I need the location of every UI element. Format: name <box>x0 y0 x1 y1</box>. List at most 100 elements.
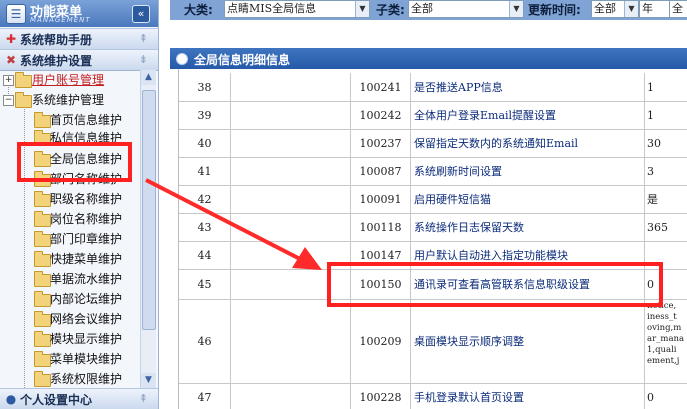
row-blank-cell <box>231 383 351 409</box>
folder-icon <box>34 371 51 387</box>
folder-icon <box>34 251 51 267</box>
row-blank-cell <box>231 157 351 185</box>
month-select[interactable]: 全 <box>669 0 687 18</box>
subtype-label: 子类: <box>376 3 405 17</box>
row-name: 是否推送APP信息 <box>411 73 645 101</box>
row-number: 41 <box>179 157 231 185</box>
section-label: 系统维护设置 <box>20 54 93 68</box>
folder-icon <box>34 231 51 247</box>
section-toggle-icon: ⇞ <box>138 32 148 45</box>
table-row[interactable]: 41 100087 系统刷新时间设置 3 <box>179 157 687 186</box>
row-code: 100241 <box>351 73 411 101</box>
section-help-manual[interactable]: ✚ 系统帮助手册 ⇞ <box>0 28 158 50</box>
tree-item-system-maintenance[interactable]: − 系统维护管理 <box>0 90 140 110</box>
update-time-select[interactable]: 全部 ▼ <box>591 0 639 18</box>
row-name: 启用硬件短信猫 <box>411 185 645 213</box>
tree-label: 模块显示维护 <box>50 332 123 346</box>
type-label: 大类: <box>184 3 213 17</box>
folder-icon <box>34 211 51 227</box>
folder-open-icon <box>15 92 32 108</box>
chevron-down-icon[interactable]: ▼ <box>355 1 369 17</box>
section-personal-settings[interactable]: ● 个人设置中心 ⇞ <box>0 388 158 409</box>
menu-header: ☰ 功能菜单 MANAGEMENT « <box>0 0 158 27</box>
row-code: 100228 <box>351 383 411 409</box>
section-toggle-icon: ⇞ <box>138 392 148 405</box>
tree-item-forum[interactable]: 内部论坛维护 <box>0 289 140 309</box>
row-value: 30 <box>647 136 661 150</box>
year-select[interactable]: 年 <box>639 0 671 18</box>
tree-item-rank-name[interactable]: 职级名称维护 <box>0 189 140 209</box>
tree-label: 系统维护管理 <box>32 93 105 107</box>
tree-label: 快捷菜单维护 <box>50 252 123 266</box>
tree-item-system-permission[interactable]: 系统权限维护 <box>0 369 140 388</box>
tree-label: 部门印章维护 <box>50 232 123 246</box>
table-row[interactable]: 39 100242 全体用户登录Email提醒设置 1 <box>179 101 687 130</box>
tree-item-menu-module[interactable]: 菜单模块维护 <box>0 349 140 369</box>
tree-item-position-name[interactable]: 岗位名称维护 <box>0 209 140 229</box>
chevron-down-icon[interactable]: ▼ <box>509 1 523 17</box>
table-row[interactable]: 46 100209 桌面模块显示顺序调整 notice, iness_t ovi… <box>179 299 687 384</box>
tree-scrollbar[interactable]: ▲ ▼ <box>140 70 156 388</box>
subtype-select[interactable]: 全部 ▼ <box>408 0 524 18</box>
tree-item-module-display[interactable]: 模块显示维护 <box>0 329 140 349</box>
type-select-value: 点睛MIS全局信息 <box>227 2 317 15</box>
table-row[interactable]: 47 100228 手机登录默认首页设置 0 <box>179 383 687 409</box>
tree-label: 职级名称维护 <box>50 192 123 206</box>
table-row[interactable]: 40 100237 保留指定天数内的系统通知Email 30 <box>179 129 687 158</box>
row-number: 39 <box>179 101 231 129</box>
row-name: 手机登录默认首页设置 <box>411 383 645 409</box>
row-blank-cell <box>231 73 351 101</box>
row-blank-cell <box>231 299 351 383</box>
tree-item-document-serial[interactable]: 单据流水维护 <box>0 269 140 289</box>
type-select[interactable]: 点睛MIS全局信息 ▼ <box>224 0 370 18</box>
tree-item-web-meeting[interactable]: 网络会议维护 <box>0 309 140 329</box>
row-code: 100118 <box>351 213 411 241</box>
scroll-up-icon[interactable]: ▲ <box>141 70 156 85</box>
chevron-down-icon[interactable]: ▼ <box>624 1 638 17</box>
panel-bullet-icon <box>176 53 188 65</box>
tree-item-user-accounts[interactable]: + 用户账号管理 <box>0 70 140 90</box>
tree-label: 用户账号管理 <box>32 73 105 87</box>
tree-item-shortcut-menu[interactable]: 快捷菜单维护 <box>0 249 140 269</box>
tree-label: 网络会议维护 <box>50 312 123 326</box>
menu-tree: + 用户账号管理 − 系统维护管理 首页信息维护 私信信息维护 全局信息维护 部… <box>0 70 140 388</box>
collapse-menu-button[interactable]: « <box>132 5 150 23</box>
row-blank-cell <box>231 101 351 129</box>
month-select-value: 全 <box>672 2 683 15</box>
panel-header: 全局信息明细信息 <box>170 48 687 69</box>
panel-title: 全局信息明细信息 <box>194 53 291 67</box>
highlight-box-row-45 <box>327 262 663 307</box>
table-row[interactable]: 38 100241 是否推送APP信息 1 <box>179 73 687 102</box>
row-number: 44 <box>179 241 231 269</box>
section-system-maintenance[interactable]: ✖ 系统维护设置 ⇟ <box>0 49 158 71</box>
collapse-icon[interactable]: − <box>3 95 14 106</box>
tree-item-dept-seal[interactable]: 部门印章维护 <box>0 229 140 249</box>
scroll-thumb[interactable] <box>142 90 156 330</box>
menu-icon: ☰ <box>6 4 26 24</box>
sidebar: ☰ 功能菜单 MANAGEMENT « ✚ 系统帮助手册 ⇞ ✖ 系统维护设置 … <box>0 0 159 409</box>
row-number: 40 <box>179 129 231 157</box>
row-value: 1 <box>647 80 654 94</box>
row-name: 系统刷新时间设置 <box>411 157 645 185</box>
tree-label: 岗位名称维护 <box>50 212 123 226</box>
section-label: 个人设置中心 <box>20 393 93 407</box>
row-value: 3 <box>647 164 654 178</box>
expand-icon[interactable]: + <box>3 75 14 86</box>
row-code: 100091 <box>351 185 411 213</box>
folder-icon <box>34 112 51 128</box>
table-row[interactable]: 42 100091 启用硬件短信猫 是 <box>179 185 687 214</box>
row-code: 100087 <box>351 157 411 185</box>
folder-icon <box>15 72 32 88</box>
row-number: 42 <box>179 185 231 213</box>
help-icon: ✚ <box>5 32 17 46</box>
row-name: 保留指定天数内的系统通知Email <box>411 129 645 157</box>
year-select-value: 年 <box>642 2 653 15</box>
filter-bar: 大类: 点睛MIS全局信息 ▼ 子类: 全部 ▼ 更新时间: 全部 ▼ 年 全 <box>170 0 687 20</box>
tree-item-home-info[interactable]: 首页信息维护 <box>0 110 140 130</box>
folder-icon <box>34 311 51 327</box>
scroll-down-icon[interactable]: ▼ <box>141 373 156 388</box>
highlight-box-global-info <box>17 142 132 182</box>
row-code: 100242 <box>351 101 411 129</box>
table-row[interactable]: 43 100118 系统操作日志保留天数 365 <box>179 213 687 242</box>
tree-label: 首页信息维护 <box>50 113 123 127</box>
